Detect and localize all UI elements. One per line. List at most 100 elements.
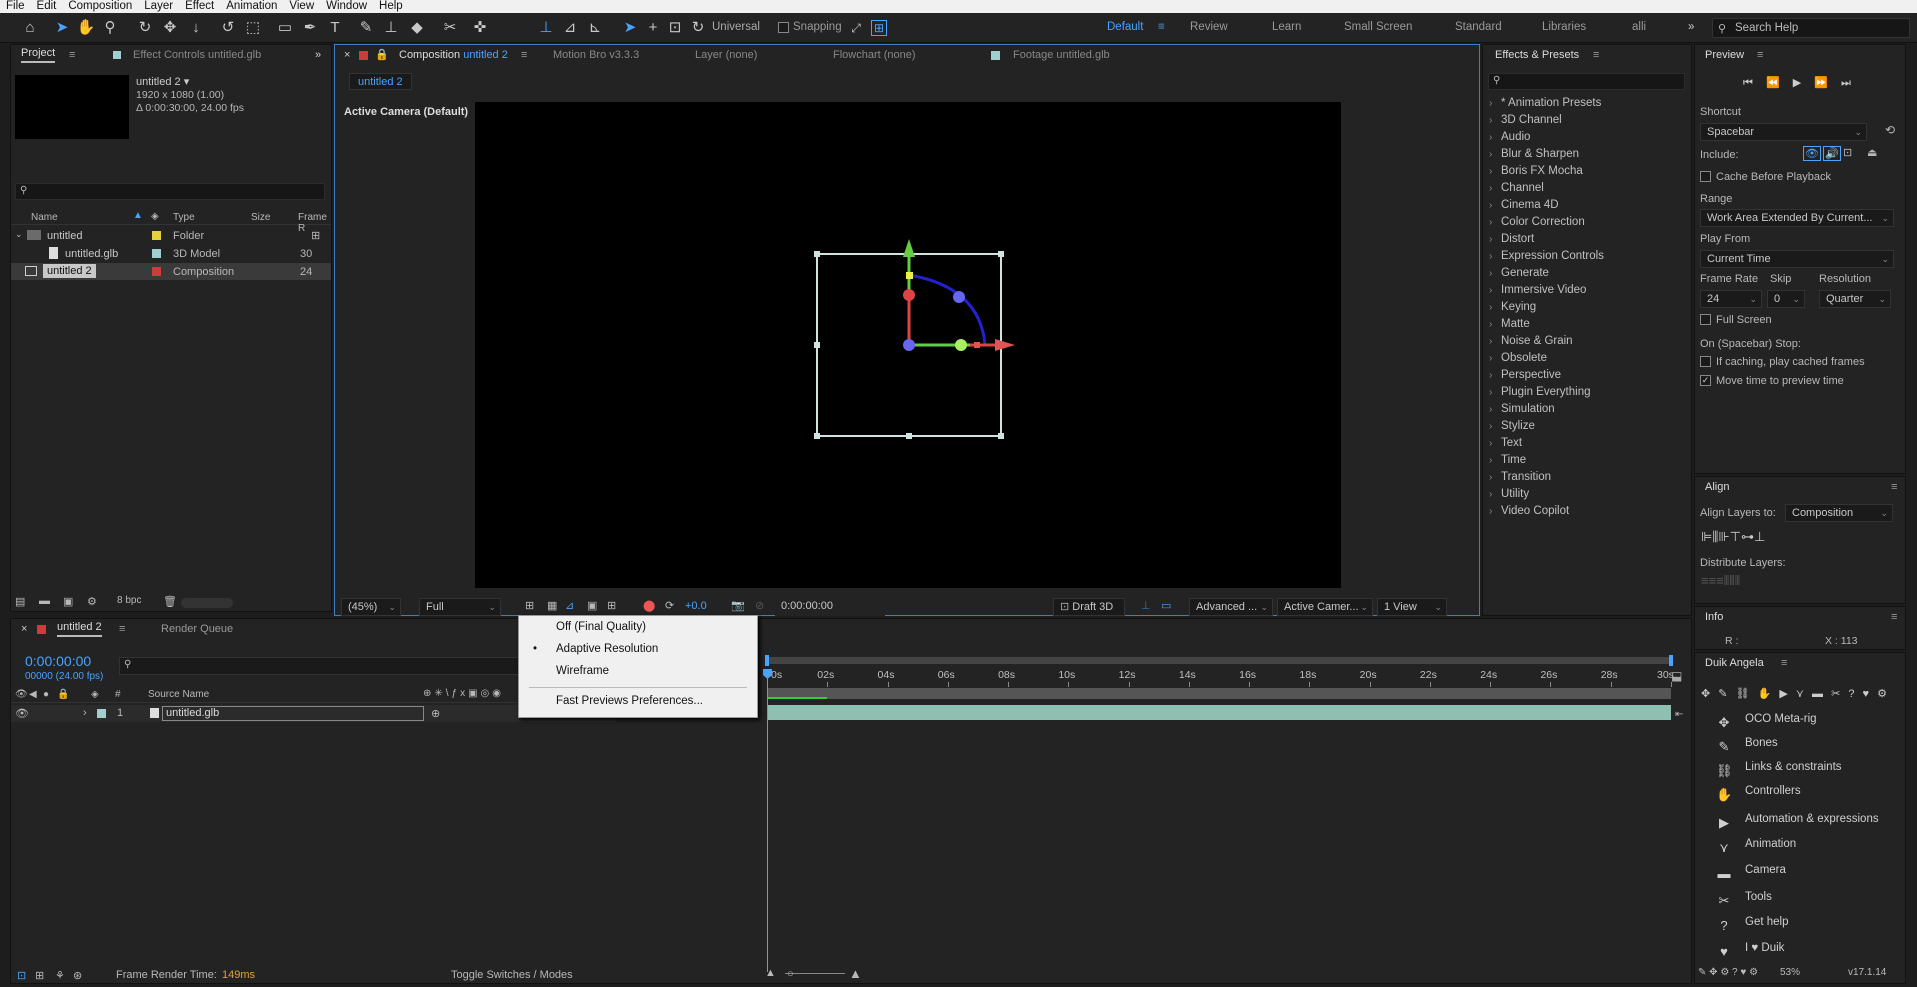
axis-world-icon[interactable]: ⊥ [536,18,556,38]
dolly-tool-icon[interactable]: ↓ [186,18,206,38]
duik-item-links[interactable]: Links & constraints [1745,761,1842,773]
region-of-interest-icon[interactable]: ⊞ [525,599,534,612]
tab-render-queue[interactable]: Render Queue [161,619,233,639]
duik-camera-icon[interactable]: ▬ [1812,688,1823,700]
frame-rate-dropdown[interactable]: 24 ⌄ [1700,290,1762,308]
col-type[interactable]: Type [173,212,195,223]
preview-title[interactable]: Preview [1705,45,1744,65]
layer-duration-bar[interactable] [767,705,1671,720]
expand-arrow-icon[interactable]: ⌄ [15,229,23,240]
if-caching-checkbox[interactable] [1700,356,1711,367]
layer-expand-icon[interactable]: › [83,707,87,719]
effects-category[interactable]: › Audio [1483,129,1683,146]
duik-heart-icon[interactable]: ♥ [1863,688,1870,700]
effects-category[interactable]: › 3D Channel [1483,112,1683,129]
playhead-line[interactable] [767,672,768,972]
color-channel-icon[interactable]: ⬤ [643,599,655,612]
new-folder-icon[interactable]: ▬ [39,595,50,607]
play-from-dropdown[interactable]: Current Time ⌄ [1700,250,1894,268]
move-time-checkbox[interactable]: ✓ [1700,375,1711,386]
first-frame-icon[interactable]: ⏮ [1743,77,1753,89]
effects-category[interactable]: › Generate [1483,265,1683,282]
duik-item-meta-rig[interactable]: OCO Meta-rig [1745,713,1817,725]
selection-tool-icon[interactable]: ➤ [52,18,72,38]
effects-category[interactable]: › Cinema 4D [1483,197,1683,214]
expand-modes-icon[interactable]: ⊞ [35,969,44,982]
lock-icon[interactable]: 🔒 [375,45,389,65]
3d-ground-icon[interactable]: ⊥ [1141,599,1151,612]
comp-marker-icon[interactable]: ⇤ [1675,709,1683,720]
timeline-current-time[interactable]: 0:00:00:00 [25,653,91,669]
delete-icon[interactable]: 🗑 [163,595,177,608]
menu-item-wireframe[interactable]: Wireframe [556,665,609,677]
duik-item-automation[interactable]: Automation & expressions [1745,813,1879,825]
tab-flowchart[interactable]: Flowchart (none) [833,45,916,65]
menu-effect[interactable]: Effect [179,0,220,13]
camera-dropdown[interactable]: Active Camer... ⌄ [1277,598,1373,616]
menu-file[interactable]: File [0,0,31,13]
comp-button-icon[interactable]: ⬓ [1671,669,1682,683]
tab-motion-bro[interactable]: Motion Bro v3.3.3 [553,45,639,65]
include-audio-icon[interactable]: 🔊 [1823,146,1841,161]
duik-zoom[interactable]: 53% [1780,967,1800,978]
work-area-bar[interactable] [767,688,1671,699]
duik-automation-icon[interactable]: ▶ [1779,688,1787,700]
distribute-right-icon[interactable]: ⫴ [1735,573,1740,588]
duik-item-i-love-duik[interactable]: I ♥ Duik [1745,942,1784,954]
timeline-menu-icon[interactable]: ≡ [119,619,125,639]
last-frame-icon[interactable]: ⏭ [1841,77,1851,89]
puppet-tool-icon[interactable]: ✜ [470,18,490,38]
duik-controller-icon[interactable]: ✋ [1758,688,1772,700]
menu-item-adaptive-resolution[interactable]: Adaptive Resolution [556,643,658,655]
menu-view[interactable]: View [283,0,320,13]
universal-rotate-icon[interactable]: ↻ [688,18,708,38]
navigator-start-handle[interactable] [765,655,769,666]
workspace-learn[interactable]: Learn [1272,21,1301,33]
label-color-swatch[interactable] [152,231,161,240]
anchor-tool-icon[interactable]: ⬚ [243,18,263,38]
project-comp-name[interactable]: untitled 2 ▾ [136,75,189,88]
full-screen-checkbox[interactable] [1700,314,1711,325]
reset-icon[interactable]: ⟲ [1885,123,1895,137]
zoom-out-icon[interactable]: ▲ [765,967,776,979]
clone-tool-icon[interactable]: ⊥ [381,18,401,38]
universal-scale-icon[interactable]: ⊡ [665,18,685,38]
snapshot-icon[interactable]: 📷 [731,599,745,612]
duik-link-icon[interactable]: ⛓ [1736,688,1750,700]
close-tab-icon[interactable]: × [21,619,27,639]
menu-item-off-final-quality[interactable]: Off (Final Quality) [556,621,646,633]
universal-move-icon[interactable]: + [643,18,663,38]
effects-category[interactable]: › * Animation Presets [1483,95,1683,112]
comp-viewer[interactable] [475,102,1341,588]
transparency-grid-icon[interactable]: ▦ [547,599,557,612]
comp-menu-icon[interactable]: ≡ [521,45,527,65]
render-time-toggle-icon[interactable]: ⚘ [55,969,65,982]
zoom-tool-icon[interactable]: ⚲ [100,18,120,38]
align-target-dropdown[interactable]: Composition ⌄ [1785,504,1893,522]
workspace-menu-icon[interactable]: ≡ [1158,21,1165,33]
exposure-value[interactable]: +0.0 [685,600,707,612]
tab-effect-controls[interactable]: Effect Controls untitled.glb [133,45,261,65]
brush-tool-icon[interactable]: ✎ [356,18,376,38]
duik-anim-icon[interactable]: ⋎ [1796,688,1804,700]
effects-category[interactable]: › Blur & Sharpen [1483,146,1683,163]
info-menu-icon[interactable]: ≡ [1891,607,1897,627]
align-top-icon[interactable]: ⊤ [1730,529,1741,544]
menu-help[interactable]: Help [373,0,409,13]
align-right-icon[interactable]: ⊪ [1718,529,1729,544]
effects-presets-title[interactable]: Effects & Presets [1495,45,1579,65]
text-tool-icon[interactable]: T [325,18,345,38]
project-row[interactable]: ⌄ untitled Folder ⊞ [11,227,331,244]
extended-viewer-icon[interactable]: ▭ [1161,599,1171,612]
effects-category[interactable]: › Time [1483,452,1683,469]
toggle-switches-modes[interactable]: Toggle Switches / Modes [451,969,573,981]
workspace-alli[interactable]: alli [1632,21,1646,33]
time-ruler[interactable]: 0s 02s 04s 06s 08s 10s 12s 14s 16s 18s 20s 22s 24s 26… [767,667,1674,687]
menu-edit[interactable]: Edit [31,0,63,13]
interpret-footage-icon[interactable]: ▤ [15,595,25,608]
thumbnail-slider[interactable] [181,598,233,608]
mask-visibility-icon[interactable]: ▣ [587,599,597,612]
align-left-icon[interactable]: ⊫ [1701,529,1712,544]
layer-3d-switch-icon[interactable]: ⊕ [431,707,440,720]
effects-category[interactable]: › Expression Controls [1483,248,1683,265]
